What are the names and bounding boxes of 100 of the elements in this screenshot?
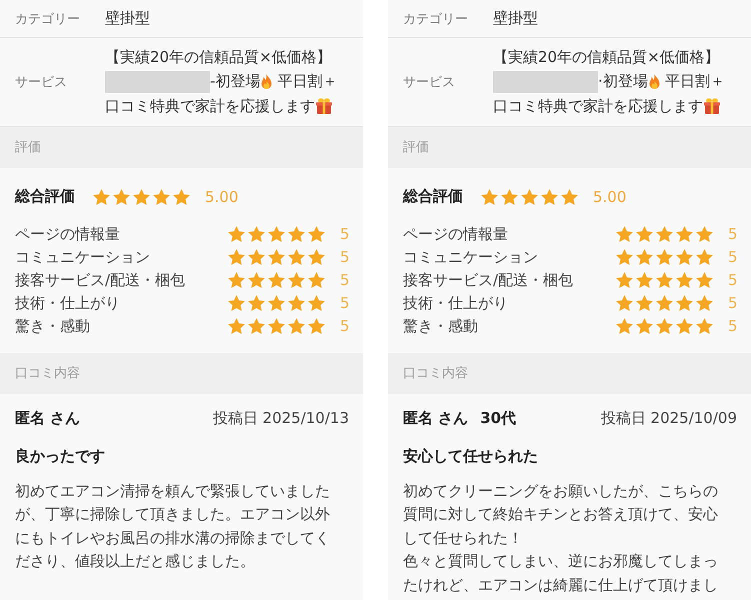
star-icon [636, 272, 653, 288]
star-icon [133, 188, 150, 204]
gift-icon [704, 98, 720, 114]
star-icon [616, 272, 633, 288]
criterion-score: 5 [728, 248, 737, 266]
reviewer-name: 匿名 さん [403, 409, 468, 428]
service-text: 【実績20年の信頼品質×低価格】 [105, 48, 332, 67]
service-text: 口コミ特典で家計を応援します [105, 96, 315, 116]
service-text: 平日割＋ [277, 72, 338, 92]
flame-icon [261, 74, 272, 90]
criterion-label: 技術・仕上がり [403, 294, 509, 312]
star-icon [676, 318, 693, 334]
star-icon [248, 226, 265, 242]
section-title: 評価 [403, 139, 429, 156]
star-icon [228, 272, 245, 288]
post-date: 投稿日 2025/10/09 [600, 409, 737, 428]
star-icon [481, 188, 498, 204]
review-text: 初めてクリーニングをお願いしたが、こちらの質問に対して終始キチンとお答え頂けて、安心して任せられた！ [403, 480, 719, 548]
star-icon [561, 188, 578, 204]
criterion-score: 5 [728, 294, 737, 312]
service-text: 平日割＋ [664, 72, 725, 92]
category-value: 壁掛型 [105, 9, 150, 28]
star-icon [228, 226, 245, 242]
overall-rating-label: 総合評価 [15, 187, 76, 206]
criterion-score: 5 [728, 317, 737, 335]
star-icon [113, 188, 130, 204]
service-label: サービス [15, 74, 68, 91]
star-icon [636, 295, 653, 311]
category-value: 壁掛型 [493, 9, 538, 28]
service-label: サービス [403, 74, 456, 91]
star-icon [656, 295, 673, 311]
star-icon [268, 272, 285, 288]
star-icon [696, 272, 713, 288]
star-icon [656, 272, 673, 288]
reviewer-name: 匿名 さん [15, 409, 80, 428]
star-icon [636, 226, 653, 242]
category-label: カテゴリー [403, 10, 469, 28]
criterion-score: 5 [340, 294, 349, 312]
star-icon [268, 249, 285, 265]
star-icon [288, 318, 305, 334]
star-icon [248, 272, 265, 288]
star-icon [616, 318, 633, 334]
gift-icon [316, 98, 332, 114]
review-title: 良かったです [15, 446, 106, 466]
star-icon [153, 188, 170, 204]
star-icon [696, 295, 713, 311]
star-icon [521, 188, 538, 204]
service-text: 【実績20年の信頼品質×低価格】 [493, 48, 720, 67]
star-icon [696, 249, 713, 265]
star-icon [636, 318, 653, 334]
star-icon [248, 318, 265, 334]
star-icon [228, 295, 245, 311]
star-icon [616, 295, 633, 311]
overall-score: 5.00 [593, 188, 626, 206]
review-text: 色々と質問してしまい、逆にお邪魔してしまったけれど、エアコンは綺麗に仕上げて頂けまし [403, 551, 719, 596]
star-icon [676, 272, 693, 288]
star-icon [676, 295, 693, 311]
star-icon [248, 249, 265, 265]
star-icon [676, 249, 693, 265]
criterion-score: 5 [340, 225, 349, 243]
star-icon [636, 249, 653, 265]
reviewer-age: 30代 [480, 409, 516, 428]
star-icon [308, 272, 325, 288]
star-icon [268, 318, 285, 334]
star-icon [308, 295, 325, 311]
star-icon [288, 272, 305, 288]
post-date: 投稿日 2025/10/13 [212, 409, 349, 428]
criterion-score: 5 [340, 248, 349, 266]
criterion-label: 接客サービス/配送・梱包 [15, 270, 186, 290]
star-icon [308, 226, 325, 242]
review-text: 初めてエアコン清掃を頼んで緊張していましたが、丁寧に掃除して頂きました。エアコン以外にもトイレやお風呂の排水溝の掃除までしてくださり、値段以上だと感じました。 [15, 480, 331, 572]
star-icon [288, 249, 305, 265]
star-icon [696, 226, 713, 242]
overall-score: 5.00 [205, 188, 238, 206]
overall-rating-label: 総合評価 [403, 187, 464, 206]
review-title: 安心して任せられた [403, 446, 539, 466]
criterion-label: コミュニケーション [403, 248, 539, 266]
criterion-label: ページの情報量 [15, 224, 121, 244]
star-icon [541, 188, 558, 204]
service-text: 口コミ特典で家計を応援します [493, 96, 703, 116]
star-icon [248, 295, 265, 311]
star-icon [288, 295, 305, 311]
criterion-label: 驚き・感動 [15, 316, 91, 336]
star-icon [616, 226, 633, 242]
criterion-label: 驚き・感動 [403, 316, 479, 336]
criterion-score: 5 [340, 317, 349, 335]
star-icon [228, 249, 245, 265]
star-icon [93, 188, 110, 204]
criterion-label: ページの情報量 [403, 224, 509, 244]
star-icon [676, 226, 693, 242]
star-icon [616, 249, 633, 265]
star-icon [501, 188, 518, 204]
criterion-score: 5 [728, 225, 737, 243]
star-icon [228, 318, 245, 334]
criterion-label: 接客サービス/配送・梱包 [403, 270, 574, 290]
star-icon [656, 318, 673, 334]
star-icon [656, 226, 673, 242]
criterion-score: 5 [340, 271, 349, 289]
flame-icon [648, 74, 660, 90]
criterion-score: 5 [728, 271, 737, 289]
